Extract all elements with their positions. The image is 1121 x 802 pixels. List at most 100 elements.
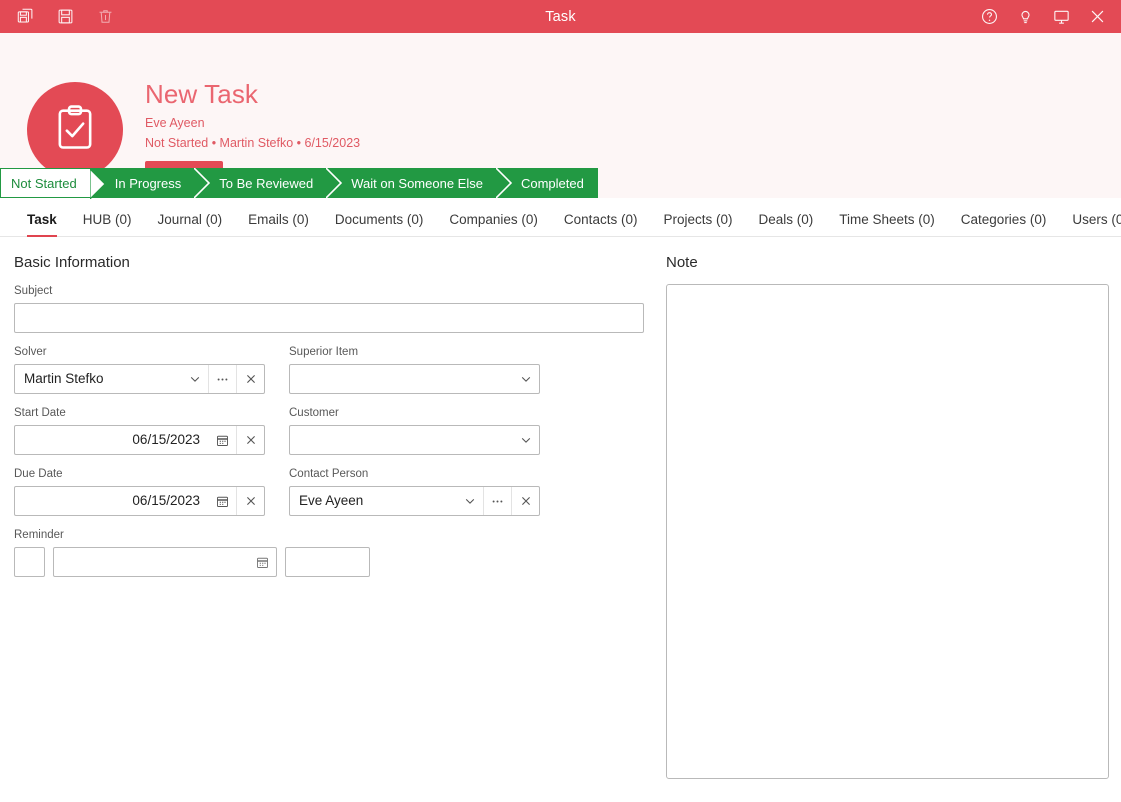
solver-input[interactable]: Martin Stefko [14, 364, 265, 394]
basic-information-panel: Basic Information Subject Solver Martin … [14, 253, 654, 779]
tab-label: Time Sheets (0) [839, 212, 935, 227]
calendar-icon[interactable] [209, 487, 236, 515]
titlebar-left-tools [0, 4, 120, 30]
stepper-step-wait-on-someone-else[interactable]: Wait on Someone Else [327, 168, 512, 198]
help-icon[interactable] [975, 4, 1003, 30]
calendar-icon[interactable] [209, 426, 236, 454]
header-meta: Not Started • Martin Stefko • 6/15/2023 [145, 136, 361, 150]
chevron-down-icon[interactable] [456, 487, 483, 515]
reminder-checkbox[interactable] [14, 547, 45, 577]
tab-contacts[interactable]: Contacts (0) [551, 212, 651, 236]
close-icon[interactable] [1083, 4, 1111, 30]
section-title-note: Note [666, 254, 698, 271]
reminder-date-input[interactable] [53, 547, 277, 577]
field-subject: Subject [14, 284, 644, 333]
save-as-icon[interactable] [10, 4, 40, 30]
stepper-label: Completed [520, 175, 584, 191]
titlebar-right-tools [975, 4, 1121, 30]
header-contact: Eve Ayeen [145, 116, 205, 130]
stepper-arrow-icon [495, 168, 512, 198]
tab-journal[interactable]: Journal (0) [145, 212, 236, 236]
record-tabs: Task HUB (0) Journal (0) Emails (0) Docu… [0, 198, 1121, 237]
tab-deals[interactable]: Deals (0) [745, 212, 826, 236]
superior-item-input[interactable] [289, 364, 540, 394]
contact-person-input[interactable]: Eve Ayeen [289, 486, 540, 516]
field-label: Start Date [14, 407, 66, 419]
start-date-input[interactable]: 06/15/2023 [14, 425, 265, 455]
field-label: Solver [14, 346, 47, 358]
save-icon[interactable] [50, 4, 80, 30]
stepper-label: Wait on Someone Else [351, 175, 483, 191]
stepper-label: Not Started [11, 175, 77, 191]
note-textarea[interactable] [666, 284, 1109, 779]
field-solver: Solver Martin Stefko [14, 345, 265, 394]
field-row-due-date: Due Date 06/15/2023 Contact Person Eve A… [14, 467, 654, 528]
tab-label: HUB (0) [82, 212, 132, 227]
tab-companies[interactable]: Companies (0) [436, 212, 551, 236]
window-title: Task [545, 8, 576, 25]
field-contact-person: Contact Person Eve Ayeen [289, 467, 540, 516]
start-date-value[interactable]: 06/15/2023 [15, 426, 209, 454]
status-stepper: Not Started In Progress To Be Reviewed W… [0, 168, 1121, 199]
field-customer: Customer [289, 406, 540, 455]
note-panel: Note [666, 253, 1121, 779]
customer-input[interactable] [289, 425, 540, 455]
stepper-step-to-be-reviewed[interactable]: To Be Reviewed [195, 168, 343, 198]
window-titlebar: Task [0, 0, 1121, 33]
tab-label: Projects (0) [663, 212, 733, 227]
chevron-down-icon[interactable] [512, 426, 539, 454]
stepper-step-in-progress[interactable]: In Progress [90, 168, 211, 198]
due-date-input[interactable]: 06/15/2023 [14, 486, 265, 516]
tab-documents[interactable]: Documents (0) [322, 212, 437, 236]
due-date-value[interactable]: 06/15/2023 [15, 487, 209, 515]
tab-label: Categories (0) [960, 212, 1047, 227]
field-start-date: Start Date 06/15/2023 [14, 406, 265, 455]
field-row-solver: Solver Martin Stefko Superior Item [14, 345, 654, 406]
tab-task[interactable]: Task [14, 212, 70, 237]
clear-icon[interactable] [236, 365, 264, 393]
stepper-step-completed[interactable]: Completed [496, 168, 598, 198]
field-label: Customer [289, 407, 339, 419]
stepper-step-not-started[interactable]: Not Started [0, 168, 106, 199]
stepper-arrow-icon [89, 169, 106, 199]
field-superior-item: Superior Item [289, 345, 540, 394]
more-options-icon[interactable] [483, 487, 511, 515]
tab-projects[interactable]: Projects (0) [650, 212, 745, 236]
lightbulb-icon[interactable] [1011, 4, 1039, 30]
field-row-start-date: Start Date 06/15/2023 Customer [14, 406, 654, 467]
tab-label: Emails (0) [248, 212, 309, 227]
avatar [27, 82, 123, 178]
field-label: Contact Person [289, 468, 369, 480]
stepper-arrow-icon [326, 168, 343, 198]
page-title: New Task [145, 79, 259, 109]
contact-person-value[interactable]: Eve Ayeen [290, 487, 456, 515]
record-header: New Task Eve Ayeen Not Started • Martin … [0, 33, 1121, 190]
chevron-down-icon[interactable] [181, 365, 208, 393]
tab-label: Contacts (0) [563, 212, 638, 227]
subject-input[interactable] [14, 303, 644, 333]
section-title-basic-information: Basic Information [14, 254, 130, 271]
clear-icon[interactable] [236, 487, 264, 515]
solver-value[interactable]: Martin Stefko [15, 365, 181, 393]
delete-icon[interactable] [90, 4, 120, 30]
tab-label: Users (0) [1072, 212, 1121, 227]
display-icon[interactable] [1047, 4, 1075, 30]
clear-icon[interactable] [511, 487, 539, 515]
task-clipboard-icon [49, 102, 101, 159]
chevron-down-icon[interactable] [512, 365, 539, 393]
tab-categories[interactable]: Categories (0) [948, 212, 1060, 236]
clear-icon[interactable] [236, 426, 264, 454]
reminder-row [14, 547, 654, 577]
header-text-block: New Task Eve Ayeen Not Started • Martin … [145, 77, 360, 152]
tab-time-sheets[interactable]: Time Sheets (0) [826, 212, 948, 236]
tab-emails[interactable]: Emails (0) [235, 212, 322, 236]
tab-users[interactable]: Users (0) [1059, 212, 1121, 236]
reminder-time-input[interactable] [285, 547, 370, 577]
tab-hub[interactable]: HUB (0) [70, 212, 145, 236]
more-options-icon[interactable] [208, 365, 236, 393]
tab-label: Task [27, 212, 57, 227]
calendar-icon[interactable] [249, 548, 276, 576]
tab-label: Documents (0) [334, 212, 424, 227]
task-form: Basic Information Subject Solver Martin … [0, 237, 1121, 779]
field-label: Subject [14, 285, 53, 297]
